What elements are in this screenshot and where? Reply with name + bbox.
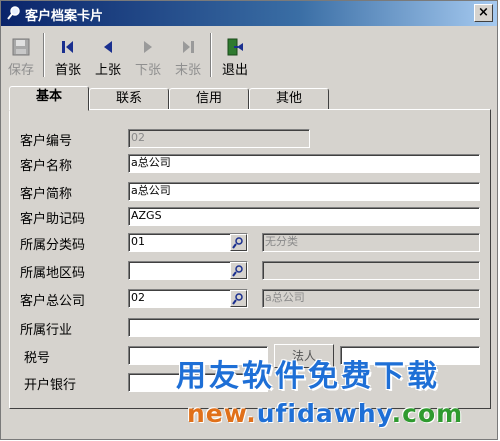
tab-credit[interactable]: 信用 xyxy=(169,88,249,110)
customer-code-label: 客户编号 xyxy=(20,134,73,149)
parent-company-description-field: a总公司 xyxy=(262,289,480,308)
tab-basic[interactable]: 基本 xyxy=(9,86,89,111)
lookup-icon xyxy=(232,237,243,249)
tax-number-label: 税号 xyxy=(24,351,51,366)
region-code-label: 所属地区码 xyxy=(20,266,86,281)
mnemonic-code-field[interactable]: AZGS xyxy=(128,207,480,226)
category-code-value: 01 xyxy=(131,235,145,248)
exit-door-icon xyxy=(227,38,243,56)
toolbar-separator xyxy=(43,33,45,77)
toolbar: 保存 首张 上张 下张 末张 退出 xyxy=(1,29,497,81)
close-icon: × xyxy=(478,5,489,20)
tab-contact[interactable]: 联系 xyxy=(89,88,169,110)
customer-card-window: 客户档案卡片 × 保存 首张 上张 下张 末张 退出 基本 联系 信用 其他 客… xyxy=(0,0,498,440)
category-lookup-button[interactable] xyxy=(230,234,247,251)
floppy-disk-icon xyxy=(12,38,30,56)
save-label: 保存 xyxy=(7,63,34,78)
customer-code-field: 02 xyxy=(128,129,310,148)
save-button[interactable]: 保存 xyxy=(3,33,39,78)
previous-record-icon xyxy=(104,41,112,53)
watermark-url-part: .com xyxy=(391,399,464,428)
customer-name-label: 客户名称 xyxy=(20,159,73,174)
customer-name-field[interactable]: a总公司 xyxy=(128,154,480,173)
exit-button[interactable]: 退出 xyxy=(217,33,253,78)
category-code-field[interactable]: 01 xyxy=(128,233,248,252)
region-description-field xyxy=(262,261,480,280)
watermark-url: new.ufidawhy.com xyxy=(187,399,463,428)
exit-label: 退出 xyxy=(221,63,248,78)
previous-record-label: 上张 xyxy=(94,63,121,78)
mnemonic-code-label: 客户助记码 xyxy=(20,212,86,227)
parent-company-field[interactable]: 02 xyxy=(128,289,248,308)
lookup-icon xyxy=(232,265,243,277)
watermark-url-part: ufidawhy xyxy=(256,399,392,428)
magnifier-icon xyxy=(7,6,20,20)
first-record-button[interactable]: 首张 xyxy=(50,33,86,78)
industry-label: 所属行业 xyxy=(20,323,73,338)
region-lookup-button[interactable] xyxy=(230,262,247,279)
toolbar-separator xyxy=(210,33,212,77)
category-description-field: 无分类 xyxy=(262,233,480,252)
last-record-label: 末张 xyxy=(174,63,201,78)
next-record-button[interactable]: 下张 xyxy=(130,33,166,78)
last-record-button[interactable]: 末张 xyxy=(170,33,206,78)
region-code-field[interactable] xyxy=(128,261,248,280)
parent-company-lookup-button[interactable] xyxy=(230,290,247,307)
first-record-label: 首张 xyxy=(54,63,81,78)
next-record-icon xyxy=(144,41,152,53)
lookup-icon xyxy=(232,293,243,305)
first-record-icon xyxy=(62,41,73,53)
industry-field[interactable] xyxy=(128,318,480,337)
customer-short-name-label: 客户简称 xyxy=(20,187,73,202)
watermark-url-part: new. xyxy=(187,399,257,428)
category-code-label: 所属分类码 xyxy=(20,238,86,253)
title-bar: 客户档案卡片 × xyxy=(1,1,497,26)
previous-record-button[interactable]: 上张 xyxy=(90,33,126,78)
window-title: 客户档案卡片 xyxy=(25,9,104,24)
watermark-title: 用友软件免费下载 xyxy=(176,359,440,394)
tab-other[interactable]: 其他 xyxy=(249,88,329,110)
close-button[interactable]: × xyxy=(474,4,493,22)
bank-label: 开户银行 xyxy=(24,378,77,393)
next-record-label: 下张 xyxy=(134,63,161,78)
parent-company-label: 客户总公司 xyxy=(20,294,86,309)
parent-company-value: 02 xyxy=(131,291,145,304)
customer-short-name-field[interactable]: a总公司 xyxy=(128,182,480,201)
last-record-icon xyxy=(183,41,194,53)
